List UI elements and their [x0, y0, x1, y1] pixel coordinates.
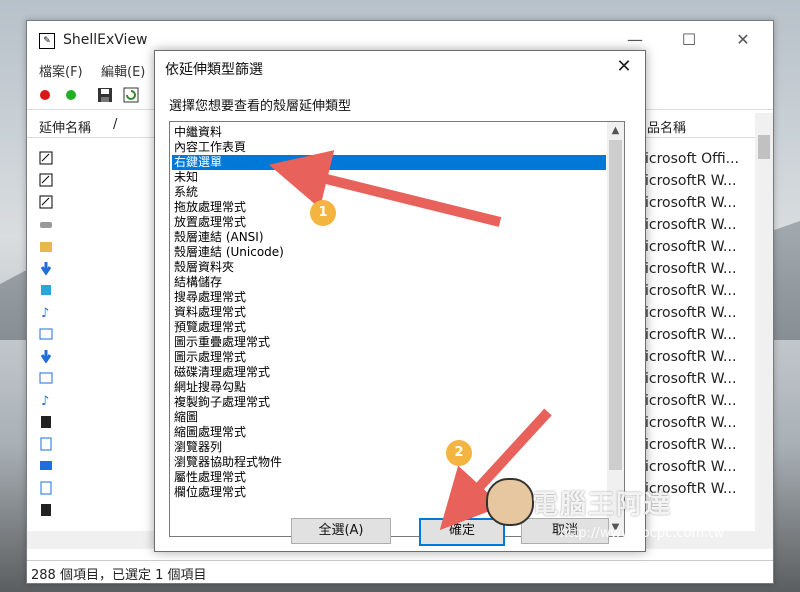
- document-icon: [39, 437, 53, 451]
- step-badge-1: 1: [310, 200, 336, 226]
- svg-text:♪: ♪: [41, 394, 49, 407]
- column-product-name[interactable]: 品名稱: [647, 117, 686, 136]
- product-cell: icrosoftR W...: [645, 327, 737, 343]
- product-cell: icrosoftR W...: [645, 371, 737, 387]
- list-item[interactable]: 殼層資料夾: [172, 260, 606, 275]
- main-vertical-scrollbar[interactable]: [755, 113, 773, 547]
- list-item[interactable]: 縮圖處理常式: [172, 425, 606, 440]
- product-cell: icrosoftR W...: [645, 173, 737, 189]
- menu-file[interactable]: 檔案(F): [39, 61, 83, 80]
- list-item[interactable]: 圖示重疊處理常式: [172, 335, 606, 350]
- list-item[interactable]: 複製鉤子處理常式: [172, 395, 606, 410]
- select-all-button[interactable]: 全選(A): [291, 518, 391, 544]
- product-cell: icrosoftR W...: [645, 195, 737, 211]
- disable-red-icon[interactable]: [37, 87, 53, 103]
- extension-icon: [39, 151, 53, 165]
- menu-edit[interactable]: 編輯(E): [101, 61, 145, 80]
- watermark-url: http://www.kocpc.com.tw: [560, 526, 724, 541]
- list-item-selected[interactable]: 右鍵選單: [172, 155, 606, 170]
- list-item[interactable]: 未知: [172, 170, 606, 185]
- music-note-icon: ♪: [39, 393, 53, 409]
- product-cell: icrosoftR W...: [645, 283, 737, 299]
- list-item[interactable]: 瀏覽器協助程式物件: [172, 455, 606, 470]
- list-item[interactable]: 結構儲存: [172, 275, 606, 290]
- list-item[interactable]: 磁碟清理處理常式: [172, 365, 606, 380]
- dialog-title: 依延伸類型篩選: [165, 62, 263, 78]
- extension-icon: [39, 173, 53, 187]
- window-icon: [39, 327, 53, 341]
- scroll-thumb[interactable]: [758, 135, 770, 159]
- window-title: ShellExView: [63, 32, 148, 48]
- list-item[interactable]: 縮圖: [172, 410, 606, 425]
- product-cell: icrosoftR W...: [645, 349, 737, 365]
- document-icon: [39, 481, 53, 495]
- product-cell: icrosoftR W...: [645, 415, 737, 431]
- product-cell: icrosoftR W...: [645, 261, 737, 277]
- film-icon: [39, 503, 53, 517]
- filter-dialog: 依延伸類型篩選 ✕ 選擇您想要查看的殼層延伸類型 中繼資料 內容工作表頁 右鍵選…: [154, 50, 646, 552]
- product-cell: icrosoftR W...: [645, 393, 737, 409]
- list-scroll-thumb[interactable]: [609, 140, 622, 470]
- app-icon: ✎: [39, 33, 55, 49]
- product-cell: icrosoft Offi...: [645, 151, 739, 167]
- list-item[interactable]: 殼層連結 (Unicode): [172, 245, 606, 260]
- status-bar: 288 個項目，已選定 1 個項目: [27, 560, 773, 583]
- product-cell: icrosoftR W...: [645, 239, 737, 255]
- list-item[interactable]: 圖示處理常式: [172, 350, 606, 365]
- svg-text:♪: ♪: [41, 306, 49, 319]
- extension-icon: [39, 195, 53, 209]
- drive-icon: [39, 217, 53, 231]
- enable-green-icon[interactable]: [63, 87, 79, 103]
- cube-icon: [39, 283, 53, 297]
- arrow-down-icon: [39, 261, 53, 276]
- sort-indicator: /: [113, 117, 118, 132]
- product-cell: icrosoftR W...: [645, 459, 737, 475]
- close-button[interactable]: ✕: [723, 27, 763, 53]
- column-extension-name[interactable]: 延伸名稱: [39, 117, 91, 136]
- window-icon: [39, 371, 53, 385]
- ok-button[interactable]: 確定: [419, 518, 505, 546]
- dialog-close-button[interactable]: ✕: [611, 55, 637, 79]
- refresh-icon[interactable]: [123, 87, 139, 103]
- step-badge-2: 2: [446, 440, 472, 466]
- folder-icon: [39, 239, 53, 253]
- watermark-title: 電腦王阿達: [532, 490, 673, 520]
- list-scrollbar[interactable]: ▲ ▼: [607, 122, 624, 536]
- arrow-down-icon: [39, 349, 53, 364]
- music-note-icon: ♪: [39, 305, 53, 321]
- list-item[interactable]: 殼層連結 (ANSI): [172, 230, 606, 245]
- list-item[interactable]: 拖放處理常式: [172, 200, 606, 215]
- list-item[interactable]: 內容工作表頁: [172, 140, 606, 155]
- extension-type-list[interactable]: 中繼資料 內容工作表頁 右鍵選單 未知 系統 拖放處理常式 放置處理常式 殼層連…: [169, 121, 625, 537]
- scroll-up-icon[interactable]: ▲: [607, 122, 624, 139]
- list-item[interactable]: 放置處理常式: [172, 215, 606, 230]
- list-item[interactable]: 資料處理常式: [172, 305, 606, 320]
- watermark-mascot: [486, 478, 534, 526]
- list-item[interactable]: 瀏覽器列: [172, 440, 606, 455]
- maximize-button[interactable]: ☐: [669, 27, 709, 53]
- product-cell: icrosoftR W...: [645, 217, 737, 233]
- list-item[interactable]: 中繼資料: [172, 125, 606, 140]
- monitor-icon: [39, 459, 53, 473]
- list-item[interactable]: 搜尋處理常式: [172, 290, 606, 305]
- list-item[interactable]: 網址搜尋勾點: [172, 380, 606, 395]
- list-item[interactable]: 系統: [172, 185, 606, 200]
- list-item[interactable]: 屬性處理常式: [172, 470, 606, 485]
- dialog-prompt: 選擇您想要查看的殼層延伸類型: [169, 99, 352, 114]
- status-text: 288 個項目，已選定 1 個項目: [31, 568, 207, 583]
- list-item[interactable]: 預覽處理常式: [172, 320, 606, 335]
- save-icon[interactable]: [97, 87, 113, 103]
- product-cell: icrosoftR W...: [645, 305, 737, 321]
- product-cell: icrosoftR W...: [645, 437, 737, 453]
- film-icon: [39, 415, 53, 429]
